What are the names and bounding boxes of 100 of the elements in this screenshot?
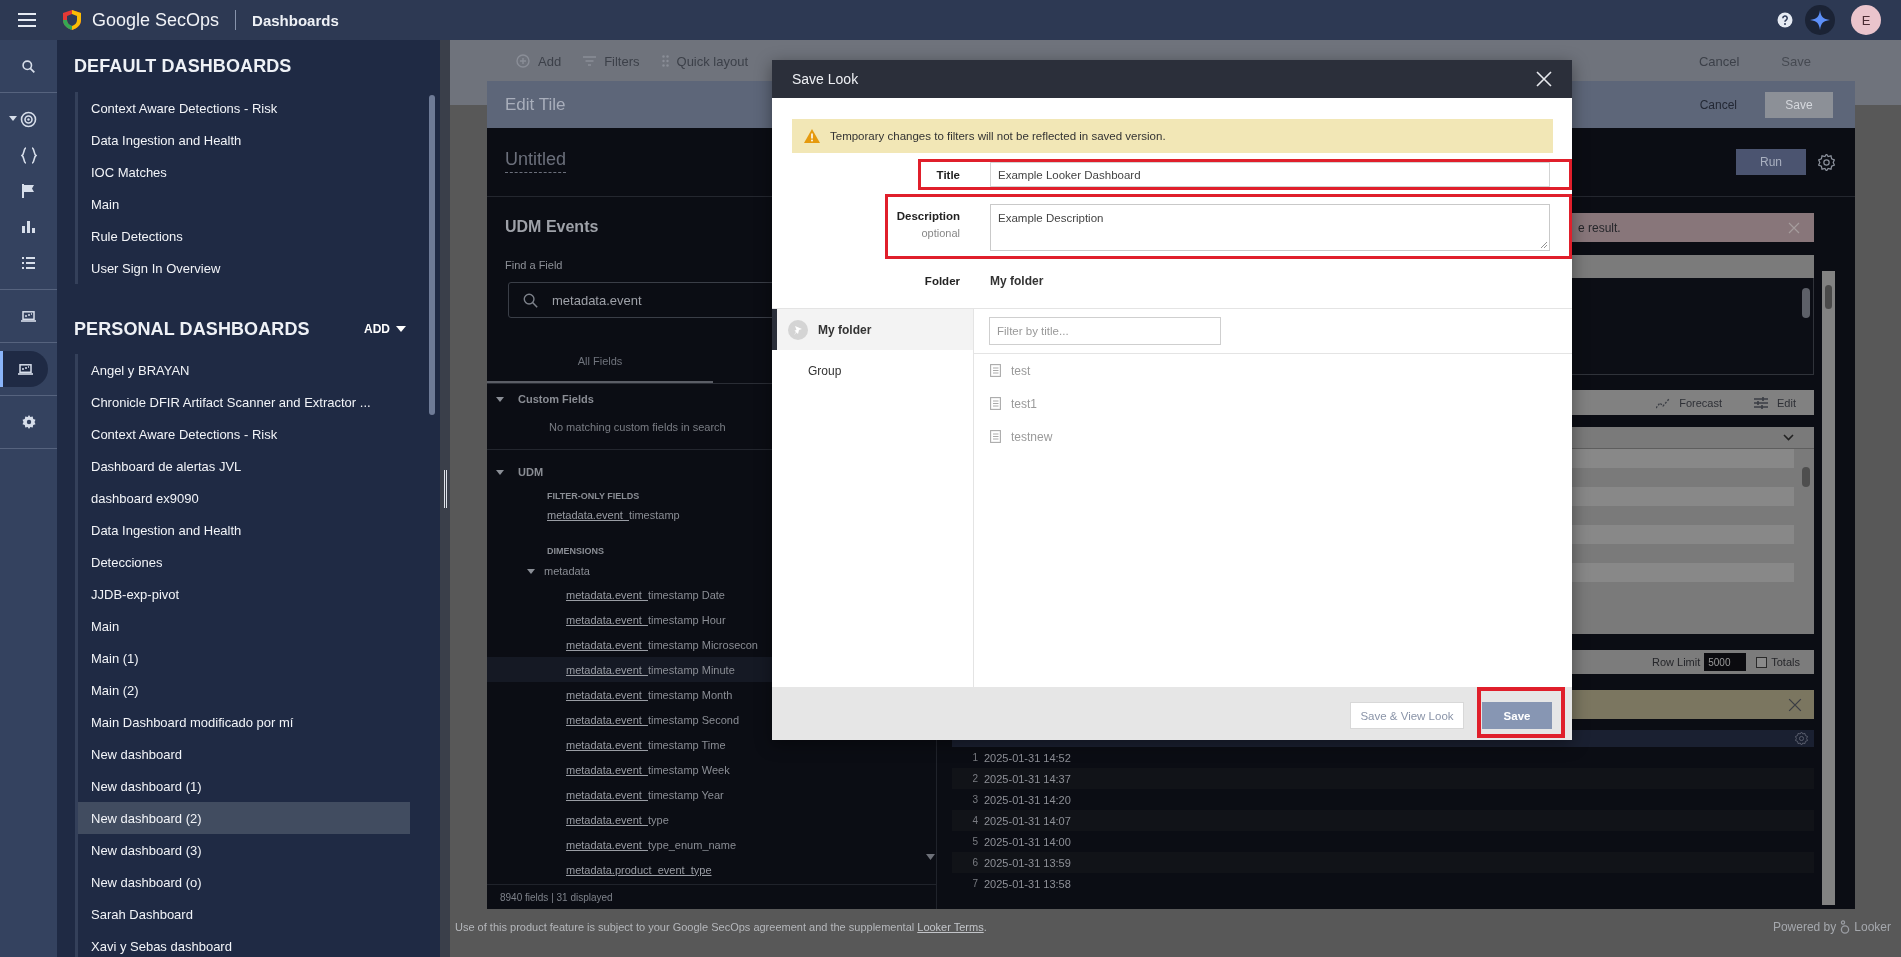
tree-toggle[interactable]: UDM	[487, 457, 544, 487]
dashboard-item[interactable]: Main Dashboard modificado por mí	[78, 706, 410, 738]
add-dashboard-button[interactable]: ADD	[360, 318, 410, 340]
dashboard-item[interactable]: dashboard ex9090	[78, 482, 410, 514]
dashboard-item[interactable]: Rule Detections	[78, 220, 410, 252]
row-number: 5	[971, 836, 979, 847]
dialog-title: Save Look	[792, 71, 859, 87]
dashboard-item[interactable]: Main	[78, 610, 410, 642]
resize-handle[interactable]	[443, 469, 447, 508]
scrollbar[interactable]	[1802, 467, 1810, 487]
settings-icon	[21, 415, 36, 429]
radar-icon	[20, 110, 37, 128]
group-heading: FILTER-ONLY FIELDS	[546, 490, 640, 503]
group-heading: DIMENSIONS	[546, 545, 604, 558]
row-limit-field[interactable]: 5000	[1704, 653, 1747, 671]
field-item[interactable]: metadata.product_event_type	[487, 857, 827, 882]
dashboard-item[interactable]: IOC Matches	[78, 156, 410, 188]
folder-value: My folder	[990, 274, 1044, 288]
section-title: Dashboards	[252, 11, 339, 29]
field-hint: optional	[921, 227, 960, 239]
dashboard-item[interactable]: Angel y BRAYAN	[78, 354, 410, 386]
row-number: 7	[971, 878, 979, 889]
fields-tab[interactable]: All Fields	[487, 340, 713, 383]
row-number: 1	[971, 752, 979, 763]
dashboard-item[interactable]: Main	[78, 188, 410, 220]
dashboard-item[interactable]: New dashboard (3)	[78, 834, 410, 866]
row-number: 3	[971, 794, 979, 805]
list-icon	[22, 257, 35, 269]
bar-chart-icon	[22, 221, 35, 233]
dashboard-item[interactable]: User Sign In Overview	[78, 252, 410, 284]
title-field[interactable]: Example Looker Dashboard	[990, 162, 1550, 187]
sparkle-icon[interactable]	[1805, 5, 1835, 35]
search-icon	[22, 59, 35, 73]
field-item[interactable]: metadata.event_timestamp Week	[487, 757, 827, 782]
row-number: 6	[971, 857, 979, 868]
dashboard-item[interactable]: Detecciones	[78, 546, 410, 578]
description-field[interactable]: Example Description	[990, 204, 1550, 251]
checkbox[interactable]	[1756, 656, 1768, 668]
terms-link[interactable]: Looker Terms	[917, 921, 984, 933]
dashboard-item[interactable]: Data Ingestion and Health	[78, 514, 410, 546]
product-name: Google SecOps	[92, 9, 220, 31]
rail-item-active[interactable]	[0, 351, 48, 387]
dashboard-item[interactable]: Context Aware Detections - Risk	[78, 92, 410, 124]
document-icon	[990, 397, 1001, 410]
scrollbar[interactable]	[1802, 288, 1810, 318]
field-label: Title	[936, 168, 960, 181]
table-cell: 2025-01-31 14:00	[984, 835, 1071, 848]
dashboard-item[interactable]: Chronicle DFIR Artifact Scanner and Extractor ...	[78, 386, 410, 418]
dashboard-item[interactable]: Data Ingestion and Health	[78, 124, 410, 156]
table-cell: 2025-01-31 14:37	[984, 772, 1071, 785]
laptop-icon	[18, 363, 33, 375]
dashboard-item[interactable]: JJDB-exp-pivot	[78, 578, 410, 610]
panel-title: Edit Tile	[505, 94, 566, 115]
dashboard-item[interactable]: Dashboard de alertas JVL	[78, 450, 410, 482]
shield-logo-icon	[62, 9, 82, 31]
dashboard-item[interactable]: New dashboard	[78, 738, 410, 770]
terms-notice: Use of this product feature is subject to your Google SecOps agreement and the supplemental Looker Terms.	[455, 921, 987, 933]
warning-icon	[804, 129, 820, 143]
run-button[interactable]: Run	[1736, 149, 1806, 175]
settings-icon[interactable]	[1818, 153, 1835, 171]
scrollbar[interactable]	[1822, 271, 1835, 905]
dashboard-item[interactable]: Xavi y Sebas dashboard	[78, 930, 410, 957]
field-count: 8940 fields | 31 displayed	[487, 884, 936, 909]
row-limit-label: Row Limit	[1651, 656, 1701, 668]
dashboard-item[interactable]: New dashboard (o)	[78, 866, 410, 898]
dashboard-item[interactable]: Sarah Dashboard	[78, 898, 410, 930]
dashboard-item[interactable]: Context Aware Detections - Risk	[78, 418, 410, 450]
error-message: e result.	[1578, 220, 1621, 235]
field-item[interactable]: metadata.event_timestamp Year	[487, 782, 827, 807]
filter-field[interactable]: Filter by title...	[989, 317, 1221, 345]
checkbox-label: Totals	[1771, 656, 1800, 668]
help-icon[interactable]	[1777, 12, 1793, 28]
pin-icon	[788, 319, 808, 340]
empty-message: No matching custom fields in search	[548, 420, 727, 435]
dashboard-item[interactable]: Main (1)	[78, 642, 410, 674]
field-item[interactable]: metadata.event_type_enum_name	[487, 832, 827, 857]
tile-title[interactable]: Untitled	[505, 149, 567, 173]
dashboard-item[interactable]: New dashboard (2)	[78, 802, 410, 834]
folder-nav-item[interactable]: Group	[772, 350, 973, 391]
forecast-button[interactable]: Forecast	[1656, 396, 1723, 409]
tree-toggle[interactable]: Custom Fields	[487, 384, 594, 414]
caret-icon	[9, 116, 17, 121]
chevron-down-icon[interactable]	[1783, 434, 1794, 441]
caret-icon	[925, 854, 935, 860]
powered-by-text: Powered by	[1772, 920, 1837, 934]
dashboard-item[interactable]: New dashboard (1)	[78, 770, 410, 802]
folder-nav-item[interactable]: My folder	[772, 309, 973, 350]
dashboard-item[interactable]: Main (2)	[78, 674, 410, 706]
document-icon	[990, 364, 1001, 377]
menu-icon[interactable]	[18, 13, 36, 27]
resize-grip-icon[interactable]	[1540, 241, 1547, 248]
trend-icon	[1656, 396, 1671, 409]
field-item[interactable]: metadata.event_timestamp Time	[487, 732, 827, 757]
tree-toggle[interactable]: metadata	[487, 560, 590, 582]
brand-name: Looker	[1854, 920, 1891, 934]
field-item[interactable]: metadata.event_type	[487, 807, 827, 832]
user-avatar[interactable]: E	[1851, 5, 1881, 35]
table-cell: 2025-01-31 14:07	[984, 814, 1071, 827]
search-icon	[523, 292, 538, 308]
code-braces-icon	[20, 146, 37, 164]
